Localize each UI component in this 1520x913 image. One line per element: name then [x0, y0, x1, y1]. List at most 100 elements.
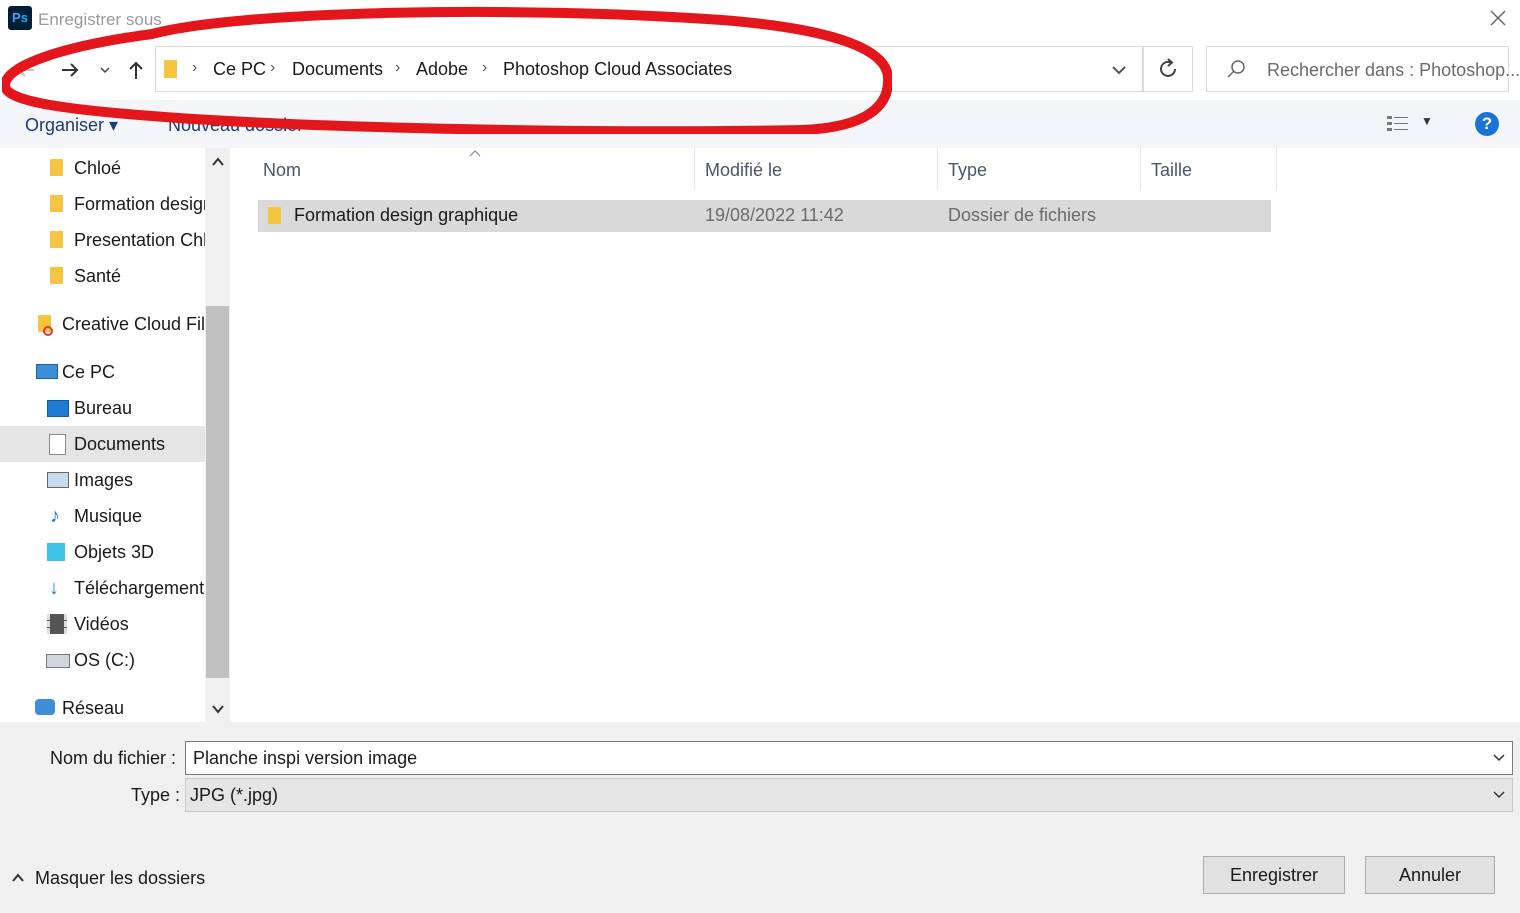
- chevron-down-icon[interactable]: [1492, 751, 1506, 765]
- address-bar[interactable]: › Ce PC › Documents › Adobe › Photoshop …: [155, 46, 1143, 92]
- back-button[interactable]: [14, 58, 38, 87]
- sort-ascending-icon: [469, 150, 481, 157]
- search-icon: [1227, 60, 1245, 78]
- downloads-icon: ↓: [49, 577, 59, 599]
- file-type-select[interactable]: JPG (*.jpg): [185, 778, 1513, 812]
- column-header-type[interactable]: Type: [948, 160, 987, 181]
- save-button[interactable]: Enregistrer: [1203, 856, 1345, 894]
- videos-icon: [47, 614, 67, 634]
- network-icon: [35, 699, 55, 715]
- file-modified: 19/08/2022 11:42: [705, 205, 844, 225]
- breadcrumb-photoshop-cloud-associates[interactable]: Photoshop Cloud Associates: [503, 59, 732, 80]
- folder-icon: [50, 267, 63, 284]
- nav-item-formation-design[interactable]: Formation design graphique: [0, 186, 205, 222]
- nav-item-creative-cloud-files[interactable]: Creative Cloud Files: [0, 306, 205, 342]
- column-header-modifie[interactable]: Modifié le: [705, 160, 782, 181]
- drive-icon: [46, 654, 70, 668]
- chevron-down-icon: [212, 705, 224, 714]
- creative-cloud-badge-icon: [43, 326, 53, 336]
- breadcrumb-ce-pc[interactable]: Ce PC: [213, 59, 266, 80]
- help-icon: ?: [1481, 114, 1493, 133]
- nav-item-reseau[interactable]: Réseau: [0, 690, 205, 722]
- nav-item-label: Ce PC: [62, 362, 116, 382]
- nav-item-label: OS (C:): [74, 650, 135, 670]
- file-type: Dossier de fichiers: [948, 205, 1097, 225]
- close-icon: [1490, 10, 1506, 26]
- folder-icon: [268, 207, 281, 224]
- toolbar: Organiser ▾ Nouveau dossier ▼ ?: [0, 100, 1520, 148]
- nav-item-label: Réseau: [62, 698, 125, 718]
- photoshop-app-icon: Ps: [8, 6, 32, 30]
- nav-item-label: Creative Cloud Files: [62, 314, 205, 334]
- nav-item-bureau[interactable]: Bureau: [0, 390, 205, 426]
- chevron-up-icon: [212, 157, 224, 166]
- nav-item-telechargements[interactable]: ↓ Téléchargements: [0, 570, 205, 606]
- nav-item-label: Téléchargements: [74, 578, 205, 598]
- breadcrumb-separator-icon: ›: [482, 59, 488, 76]
- new-folder-button[interactable]: Nouveau dossier: [168, 115, 303, 136]
- close-button[interactable]: [1486, 6, 1510, 30]
- breadcrumb-separator-icon: ›: [192, 59, 198, 76]
- music-icon: ♪: [50, 505, 60, 527]
- search-box[interactable]: Rechercher dans : Photoshop...: [1206, 46, 1520, 92]
- file-name: Formation design graphique: [294, 205, 519, 225]
- recent-locations-button[interactable]: [97, 62, 113, 78]
- folder-icon: [50, 159, 63, 176]
- scroll-up-button[interactable]: [209, 153, 227, 176]
- nav-item-documents[interactable]: Documents: [0, 426, 205, 462]
- column-header-taille[interactable]: Taille: [1151, 160, 1192, 181]
- nav-item-label: Objets 3D: [74, 542, 155, 562]
- nav-item-objets-3d[interactable]: Objets 3D: [0, 534, 205, 570]
- breadcrumb-documents[interactable]: Documents: [292, 59, 383, 80]
- file-type-value: JPG (*.jpg): [190, 785, 279, 805]
- scroll-down-button[interactable]: [209, 700, 227, 723]
- nav-item-os-c[interactable]: OS (C:): [0, 642, 205, 678]
- folder-icon: [50, 195, 63, 212]
- column-divider[interactable]: [694, 148, 695, 190]
- nav-item-musique[interactable]: ♪ Musique: [0, 498, 205, 534]
- up-button[interactable]: [124, 58, 148, 82]
- view-options-button[interactable]: [1386, 113, 1410, 135]
- type-label: Type :: [131, 785, 181, 805]
- nav-item-chloe[interactable]: Chloé: [0, 150, 205, 186]
- organise-button[interactable]: Organiser ▾: [25, 115, 118, 136]
- back-arrow-icon: [17, 63, 34, 77]
- nav-item-videos[interactable]: Vidéos: [0, 606, 205, 642]
- nav-item-presentation-chloe[interactable]: Presentation Chloé: [0, 222, 205, 258]
- details-view-icon: [1387, 116, 1408, 131]
- forward-arrow-icon: [62, 63, 79, 77]
- nav-item-label: Documents: [74, 434, 166, 454]
- refresh-icon: [1160, 58, 1176, 77]
- view-dropdown-icon[interactable]: ▼: [1421, 114, 1433, 128]
- column-divider[interactable]: [1140, 148, 1141, 190]
- computer-icon: [36, 364, 58, 379]
- scrollbar-thumb[interactable]: [206, 306, 229, 678]
- refresh-button[interactable]: [1143, 46, 1193, 92]
- nav-item-label: Presentation Chloé: [74, 230, 205, 250]
- cancel-button[interactable]: Annuler: [1365, 856, 1495, 894]
- filename-value: Planche inspi version image: [193, 748, 418, 768]
- breadcrumb-adobe[interactable]: Adobe: [416, 59, 468, 80]
- nav-item-label: Bureau: [74, 398, 133, 418]
- chevron-up-icon: [12, 873, 24, 882]
- chevron-down-icon: [100, 67, 110, 74]
- nav-item-label: Formation design graphique: [74, 194, 205, 214]
- nav-item-label: Images: [74, 470, 134, 490]
- forward-button[interactable]: [58, 58, 82, 87]
- column-divider[interactable]: [937, 148, 938, 190]
- filename-input[interactable]: Planche inspi version image: [185, 741, 1513, 775]
- navigation-pane: Chloé Formation design graphique Present…: [0, 148, 230, 722]
- nav-item-label: Santé: [74, 266, 122, 286]
- filename-label: Nom du fichier :: [50, 748, 177, 768]
- desktop-icon: [47, 400, 69, 417]
- documents-icon: [49, 434, 66, 455]
- folder-icon: [50, 231, 63, 248]
- column-divider[interactable]: [1276, 148, 1277, 190]
- nav-item-sante[interactable]: Santé: [0, 258, 205, 294]
- address-history-button[interactable]: [1110, 61, 1128, 79]
- nav-item-images[interactable]: Images: [0, 462, 205, 498]
- nav-item-ce-pc[interactable]: Ce PC: [0, 354, 205, 390]
- help-button[interactable]: ?: [1475, 112, 1499, 136]
- column-header-nom[interactable]: Nom: [263, 160, 301, 181]
- folder-icon: [164, 60, 177, 78]
